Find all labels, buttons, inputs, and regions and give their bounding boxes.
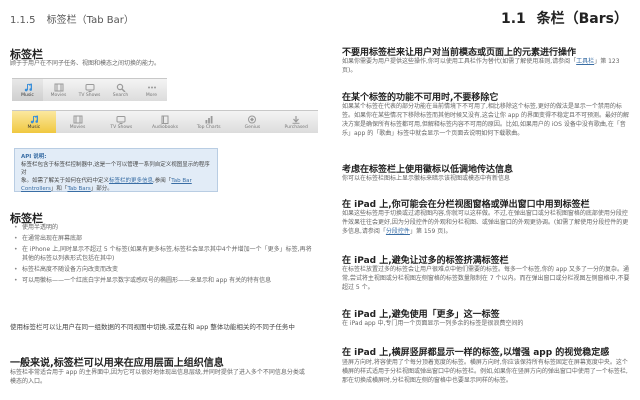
tab-label: Music (21, 92, 34, 98)
ipad-tab-top-charts[interactable]: Top Charts (187, 111, 231, 133)
s4-text: 如果这些标签用于切换或过滤视图内容,你就可以这样做。不过,在弹出窗口或分栏视图窗… (342, 209, 632, 236)
tab-label: Audiobooks (151, 124, 179, 130)
tab-label: Purchased (284, 124, 308, 130)
iphone-tab-music[interactable]: Music (12, 79, 43, 101)
s3-text: 你可以在标签栏图标上显示徽标来暗示该视图或模态中有新信息 (342, 175, 511, 182)
tab-bar-intro: 顾于于用户在不同子任务、视图和模态之间切换的能力。 (10, 60, 161, 67)
api-note-title: API 说明: (21, 154, 47, 160)
list-item: 可以用徽标——一个红底白字并显示数字或感叹号的椭圆形——来显示和 app 有关的… (14, 276, 314, 285)
ipad-tab-genius[interactable]: Genius (231, 111, 275, 133)
list-item: 使用半透明的 (14, 223, 314, 232)
api-note-line1: 标签栏包含于标签栏控制器中,这是一个可以管理一系列自定义视图显示的程序对 (21, 162, 210, 176)
film-icon (54, 83, 64, 92)
ipad-tab-bar: Music Movies TV Shows Audiobooks Top Charts G… (12, 110, 318, 133)
tab-label: More (145, 92, 158, 98)
search-icon (116, 83, 126, 92)
s2-text: 如果某个标签在代表的部分功能在当前情境下不可用了,相比移除这个标签,更好的做法是… (342, 103, 630, 137)
ipad-tab-movies[interactable]: Movies (56, 111, 100, 133)
flat-text: 标签栏非常适合用于 app 的主界面中,因为它可以很好地体现出信息层级,并同时提… (10, 369, 305, 385)
s1-text-a: 如果你需要为用户提供这些操作,你可以使用工具栏作为替代(如需了解使用准则,请参阅… (342, 58, 577, 65)
tab-label: Movies (50, 92, 67, 98)
left-page: 1.1.5 标签栏（Tab Bar） 标签栏 顾于于用户在不同子任务、视图和模态… (0, 0, 322, 400)
section-number: 1.1.5 (10, 15, 36, 26)
s7-text: 竖屏方向时,将容使用了个每分顶着宽度的标签。横屏方向时,你应该保持所有标签固定在… (342, 359, 628, 384)
s6-text: 在 iPad app 中,专门用一个页面显示一列多余的标签是很浪费空间的 (342, 320, 524, 327)
iphone-tab-bar: Music Movies TV Shows Search More (12, 78, 167, 101)
ipad-tab-music[interactable]: Music (12, 111, 56, 133)
section-title: 标签栏（Tab Bar） (46, 15, 134, 26)
ipad-tab-audiobooks[interactable]: Audiobooks (143, 111, 187, 133)
download-icon (291, 115, 301, 124)
iphone-tab-more[interactable]: More (136, 79, 167, 101)
tv-icon (85, 83, 95, 92)
genius-icon (247, 115, 257, 124)
api-note: API 说明: 标签栏包含于标签栏控制器中,这是一个可以管理一系列自定义视图显示… (14, 148, 218, 192)
api-note-line3b: 」部分。 (90, 186, 113, 192)
flat-heading: 一般来说,标签栏可以用来在应用层面上组织信息 (10, 358, 224, 369)
tab-label: TV Shows (78, 92, 101, 98)
list-item: 在通常出现在屏幕底部 (14, 234, 314, 243)
api-note-line2b: ,参阅「 (153, 178, 172, 184)
s4-text-b: 」第 159 页)。 (409, 228, 452, 235)
ipad-tab-purchased[interactable]: Purchased (274, 111, 318, 133)
api-link-tab-bar-info[interactable]: 标签栏的更多信息 (109, 178, 153, 184)
more-icon (147, 83, 157, 92)
book-spread: 1.1.5 标签栏（Tab Bar） 标签栏 顾于于用户在不同子任务、视图和模态… (0, 0, 640, 400)
tab-label: Movies (69, 124, 86, 130)
right-page: 1.1 条栏（Bars） 不要用标签栏来让用户对当前模态或页面上的元素进行操作 … (330, 0, 634, 400)
s7-heading: 在 iPad 上,横屏竖屏都显示一样的标签,以增强 app 的视觉稳定感 (342, 348, 610, 358)
tab-label: Genius (244, 124, 261, 130)
iphone-tab-tv-shows[interactable]: TV Shows (74, 79, 105, 101)
api-note-line2a: 象。如需了解关于如何在代码中定义 (21, 178, 110, 184)
toolbar-link[interactable]: 工具栏 (576, 58, 594, 65)
film-icon (73, 115, 83, 124)
iphone-tab-search[interactable]: Search (105, 79, 136, 101)
tv-icon (116, 115, 126, 124)
feature-list: 使用半透明的 在通常出现在屏幕底部 在 iPhone 上,同时显示不超过 5 个… (14, 223, 314, 287)
chapter-number: 1.1 (500, 11, 526, 27)
chapter-header: 1.1 条栏（Bars） (501, 8, 628, 28)
tab-label: Top Charts (196, 124, 221, 130)
s1-text: 如果你需要为用户提供这些操作,你可以使用工具栏作为替代(如需了解使用准则,请参阅… (342, 57, 632, 75)
s5-text: 在标签栏放置过多的标签会让用户很难点中他们需要的标签。每多一个标签,你的 app… (342, 266, 630, 291)
api-note-line3a: 」和「 (50, 186, 68, 192)
api-link-tab-bars[interactable]: Tab Bars (67, 186, 90, 192)
section-header: 1.1.5 标签栏（Tab Bar） (10, 11, 134, 26)
music-note-icon (29, 115, 39, 124)
iphone-tab-movies[interactable]: Movies (43, 79, 74, 101)
tab-label: Search (112, 92, 129, 98)
chapter-title: 条栏（Bars） (536, 11, 628, 27)
list-item: 标签栏高度不随设备方向改变而改变 (14, 265, 314, 274)
ipad-tab-tv-shows[interactable]: TV Shows (99, 111, 143, 133)
tab-label: Music (27, 124, 41, 130)
list-item: 在 iPhone 上,同时显示不超过 5 个标签(如果有更多标签,标签栏会显示其… (14, 245, 314, 263)
tab-label: TV Shows (110, 124, 133, 130)
segmented-control-link[interactable]: 分段控件 (386, 228, 410, 235)
switch-text: 使用标签栏可以让用户在同一组数据的不同视图中切换,或是在和 app 整体功能相关… (10, 323, 295, 331)
music-note-icon (23, 83, 33, 92)
chart-icon (204, 115, 214, 124)
book-icon (160, 115, 170, 124)
